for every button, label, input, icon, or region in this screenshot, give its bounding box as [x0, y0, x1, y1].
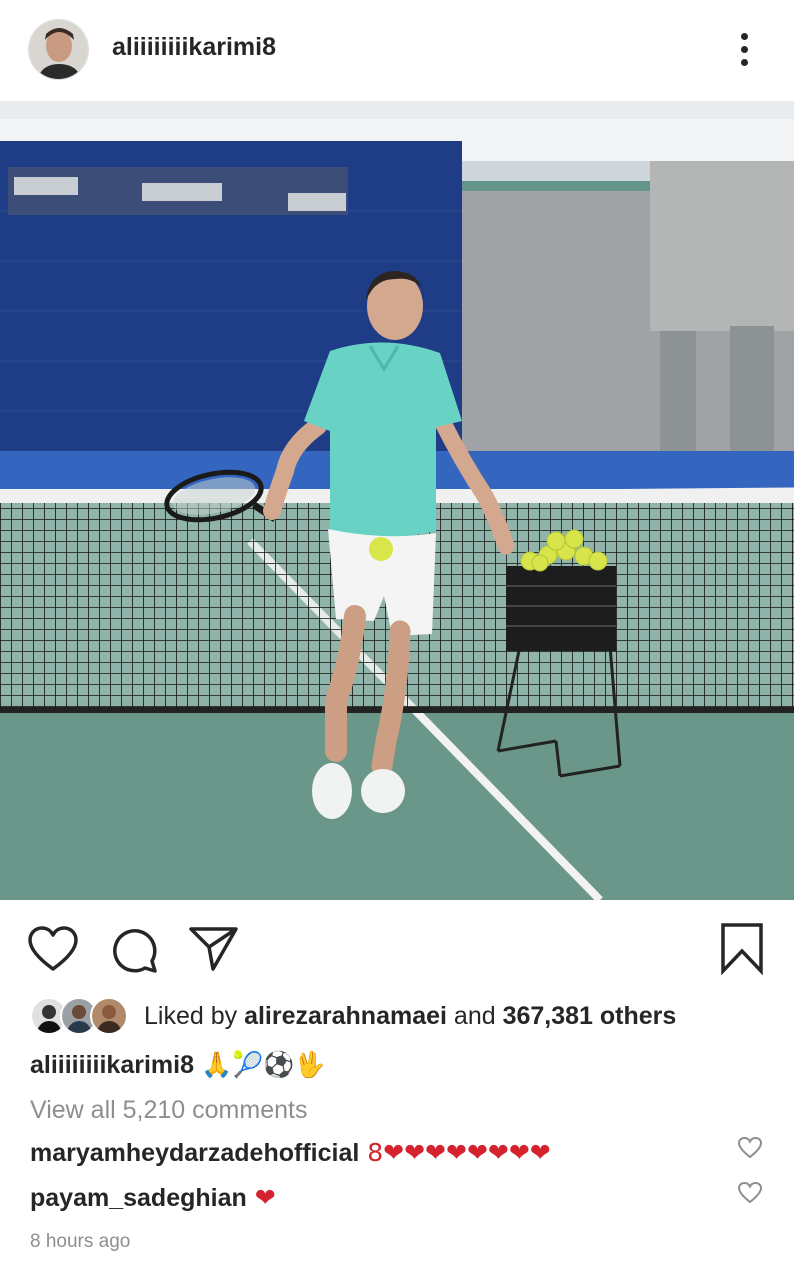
comment-button[interactable]	[109, 925, 159, 975]
bookmark-icon	[721, 923, 763, 976]
liked-by-username[interactable]: alirezarahnamaei	[244, 1002, 447, 1030]
more-vertical-icon	[741, 33, 748, 40]
comment-like-button[interactable]	[737, 1181, 763, 1205]
liker-avatars[interactable]	[30, 997, 130, 1035]
view-all-comments-link[interactable]: View all 5,210 comments	[30, 1096, 307, 1125]
share-button[interactable]	[187, 923, 239, 975]
likes-count[interactable]: 367,381 others	[503, 1002, 677, 1030]
comment-row: maryamheydarzadehofficial 8❤❤❤❤❤❤❤❤	[30, 1138, 551, 1168]
comment-username[interactable]: payam_sadeghian	[30, 1184, 247, 1212]
heart-icon	[737, 1136, 763, 1159]
caption-username[interactable]: aliiiiiiiikarimi8	[30, 1051, 194, 1079]
likes-row: Liked by alirezarahnamaei and 367,381 ot…	[30, 997, 770, 1037]
post-photo[interactable]	[0, 101, 794, 900]
save-button[interactable]	[718, 921, 766, 977]
heart-icon	[737, 1181, 763, 1204]
like-button[interactable]	[27, 925, 79, 975]
post-timestamp: 8 hours ago	[30, 1231, 131, 1252]
comment-icon	[113, 929, 157, 973]
comment-text: ❤	[246, 1183, 276, 1212]
post-caption: aliiiiiiiikarimi8 🙏🎾⚽🖖	[30, 1050, 325, 1080]
post-username[interactable]: aliiiiiiiikarimi8	[112, 33, 276, 62]
comment-like-button[interactable]	[737, 1136, 763, 1160]
comment-row: payam_sadeghian ❤	[30, 1183, 276, 1213]
profile-avatar[interactable]	[28, 19, 89, 80]
heart-icon	[28, 926, 78, 971]
likes-summary[interactable]: Liked by alirezarahnamaei and 367,381 ot…	[144, 1002, 676, 1031]
likes-prefix: Liked by	[144, 1002, 245, 1030]
action-bar	[0, 915, 794, 985]
post-header: aliiiiiiiikarimi8	[0, 0, 794, 100]
comment-text: 8❤❤❤❤❤❤❤❤	[359, 1138, 551, 1167]
liker-avatar	[90, 997, 128, 1035]
send-icon	[189, 927, 238, 971]
more-options-button[interactable]	[732, 30, 758, 70]
comment-username[interactable]: maryamheydarzadehofficial	[30, 1139, 359, 1167]
caption-text: 🙏🎾⚽🖖	[200, 1050, 326, 1079]
likes-and: and	[446, 1002, 503, 1030]
